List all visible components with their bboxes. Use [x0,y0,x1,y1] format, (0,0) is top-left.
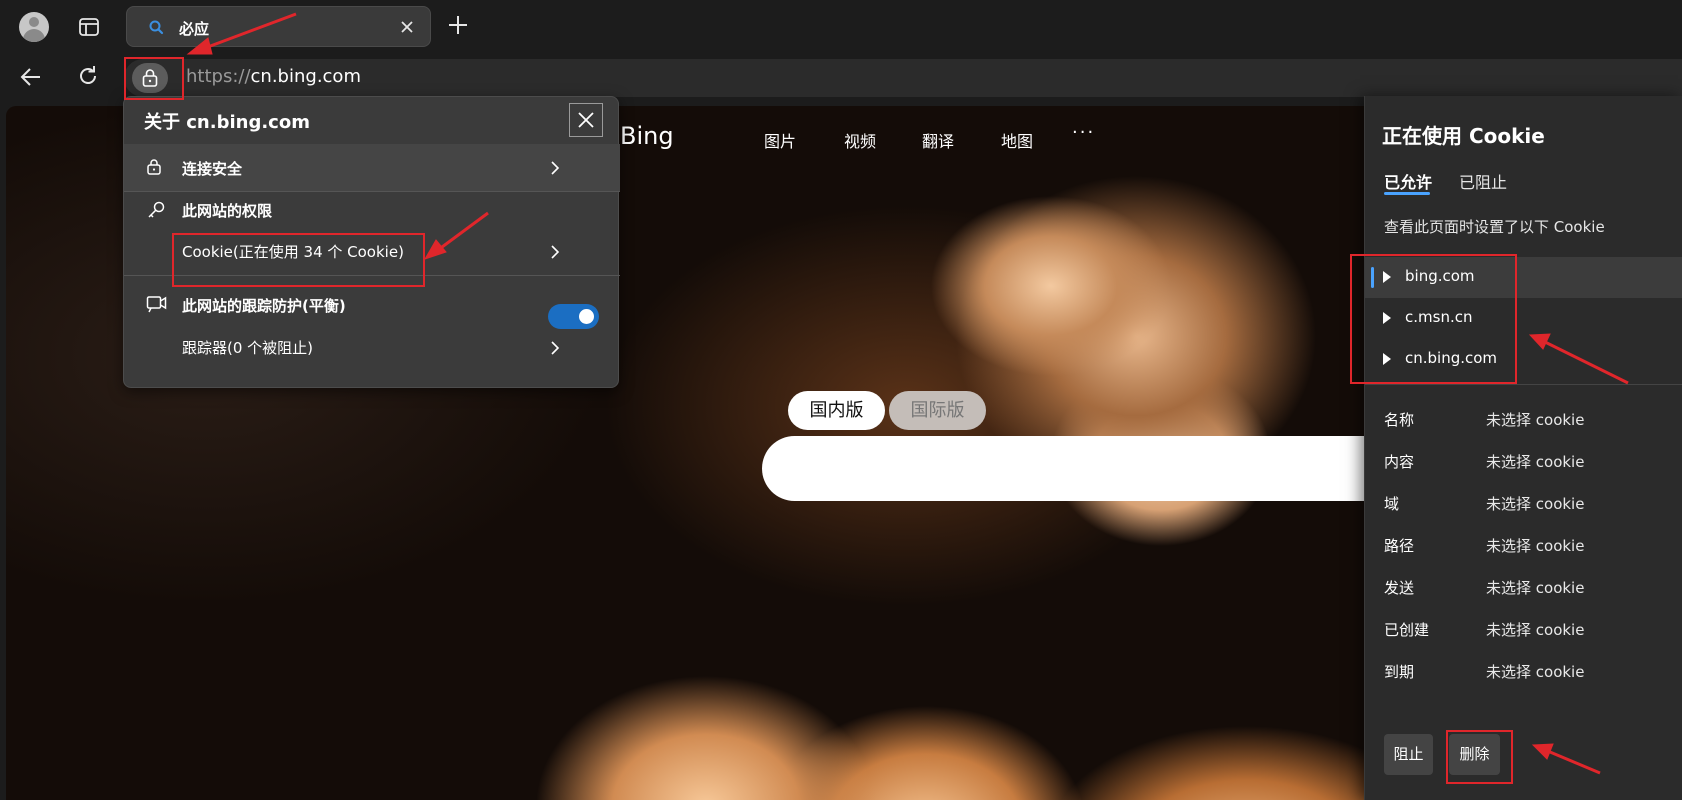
annotation-arrows [186,12,1629,775]
